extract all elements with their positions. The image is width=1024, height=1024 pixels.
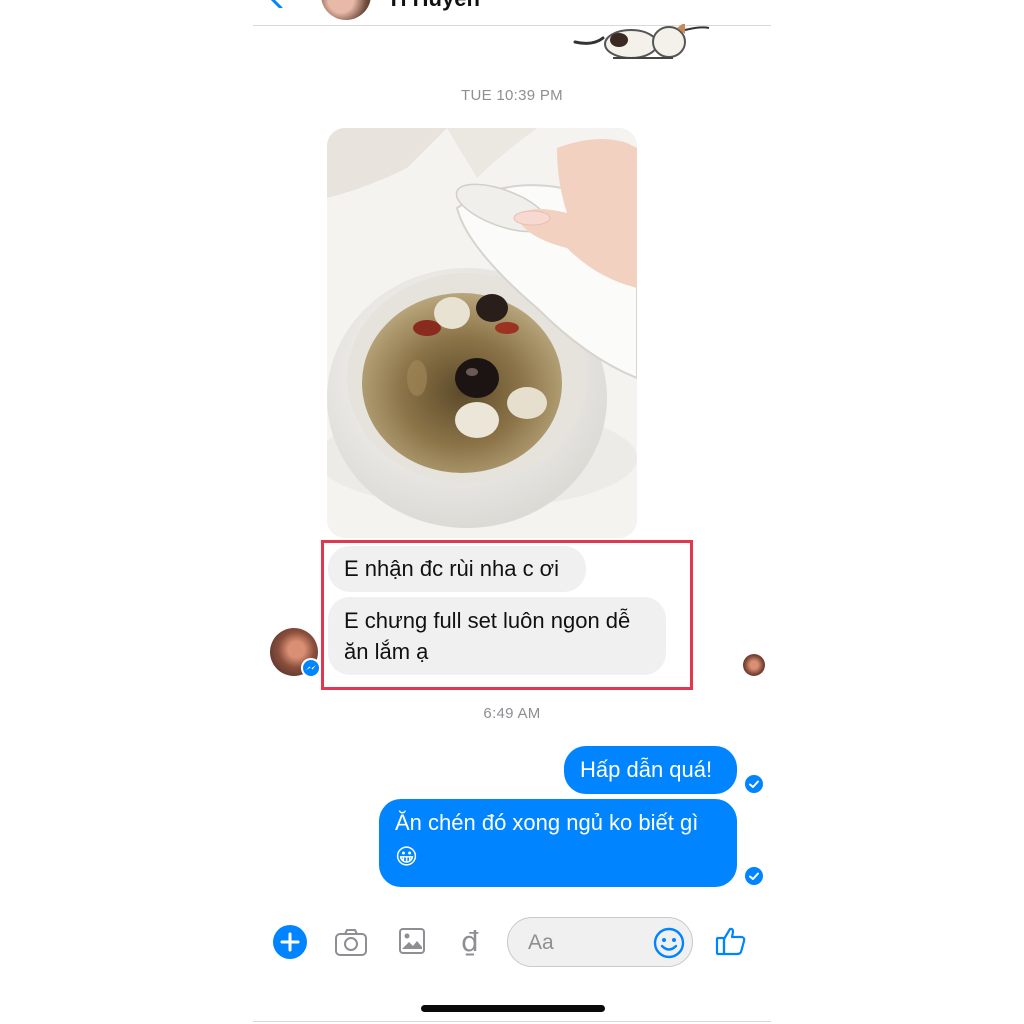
chevron-left-icon[interactable] (265, 0, 287, 8)
dong-icon[interactable]: ₫ (461, 925, 479, 958)
image-icon[interactable] (398, 927, 426, 955)
contact-name[interactable]: Tí Huyền (387, 0, 480, 12)
chat-screen: Tí Huyền TUE 10:39 PM (253, 0, 771, 1024)
emoji: 😀 (395, 845, 418, 870)
camera-icon[interactable] (334, 927, 368, 957)
bird-nest-soup-image (327, 128, 637, 538)
thumbs-up-icon[interactable] (715, 925, 747, 957)
outgoing-message[interactable]: Ăn chén đó xong ngủ ko biết gì 😀 (379, 799, 737, 887)
outgoing-message[interactable]: Hấp dẫn quá! (564, 746, 737, 794)
composer-bar: ₫ Aa (253, 912, 771, 972)
chat-header: Tí Huyền (253, 0, 771, 26)
message-text: Hấp dẫn quá! (580, 757, 713, 782)
plus-circle-icon[interactable] (273, 925, 307, 959)
check-circle-icon (745, 867, 763, 885)
timestamp: TUE 10:39 PM (461, 87, 563, 104)
shared-photo[interactable] (327, 128, 637, 538)
message-input[interactable]: Aa (507, 917, 693, 967)
contact-avatar[interactable] (321, 0, 371, 20)
input-placeholder: Aa (528, 931, 554, 954)
check-circle-icon (745, 775, 763, 793)
smiley-icon[interactable] (653, 927, 685, 959)
cat-sticker (573, 24, 710, 59)
message-text: Ăn chén đó xong ngủ ko biết gì (395, 810, 699, 835)
divider (253, 1021, 771, 1022)
timestamp: 6:49 AM (483, 705, 541, 722)
messenger-badge-icon (301, 658, 321, 678)
home-indicator[interactable] (421, 1005, 605, 1012)
highlight-annotation (321, 540, 693, 690)
read-receipt-avatar (743, 654, 765, 676)
